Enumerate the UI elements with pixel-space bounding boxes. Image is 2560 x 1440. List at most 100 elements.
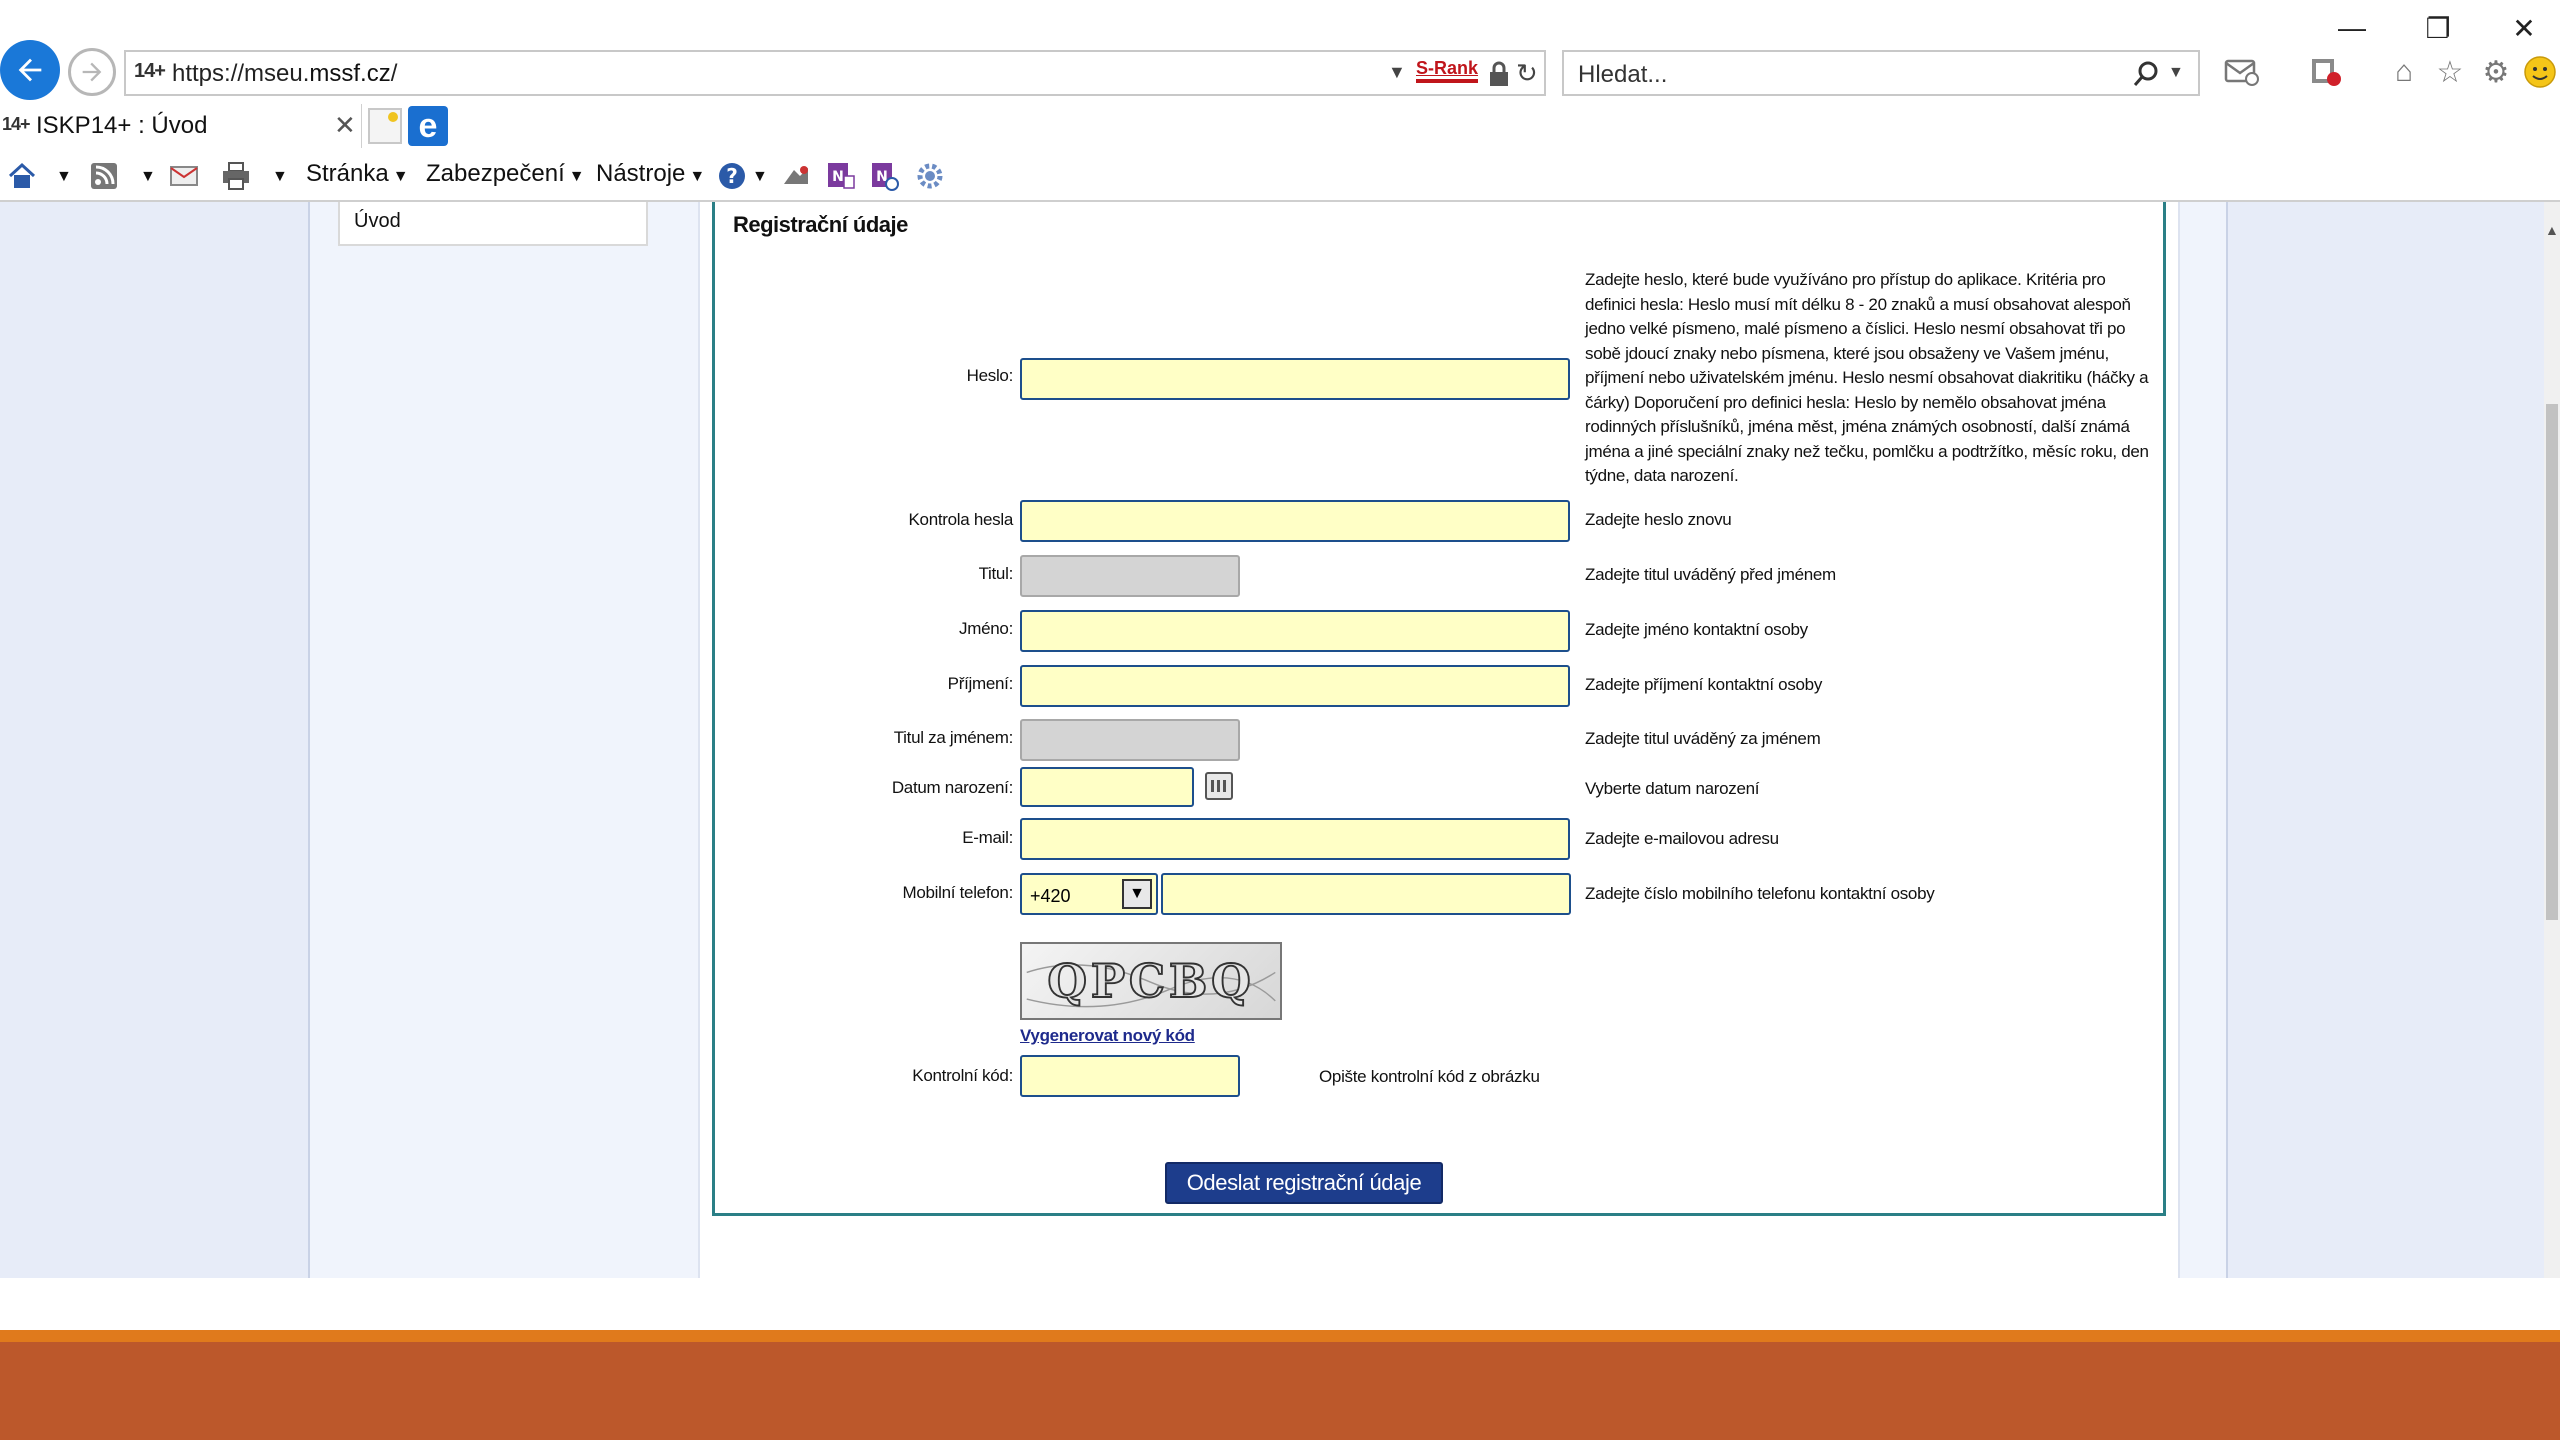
- slide-gap: [0, 1278, 2560, 1330]
- svg-text:N: N: [832, 169, 844, 185]
- tab-title: ISKP14+ : Úvod: [36, 112, 208, 139]
- smiley-feedback-icon[interactable]: [2520, 52, 2560, 92]
- page-menu-label: Stránka: [306, 160, 389, 187]
- restore-button[interactable]: ❐: [2408, 8, 2468, 48]
- srank-badge[interactable]: S-Rank: [1416, 58, 1479, 83]
- captcha-label: Kontrolní kód:: [912, 1066, 1013, 1085]
- last-name-field[interactable]: [1020, 665, 1570, 707]
- help-icon[interactable]: ?: [716, 160, 748, 192]
- title-before-label: Titul:: [978, 564, 1014, 583]
- chevron-down-icon[interactable]: ▼: [1122, 879, 1152, 909]
- regenerate-captcha-link[interactable]: Vygenerovat nový kód: [1020, 1026, 1195, 1046]
- password-hint: Zadejte heslo, které bude využíváno pro …: [1585, 270, 2149, 485]
- mail-icon[interactable]: [168, 160, 200, 192]
- address-dropdown-icon[interactable]: ▼: [1388, 62, 1406, 83]
- help-dropdown-icon[interactable]: ▼: [748, 160, 768, 188]
- site-favicon-icon: 14+: [134, 60, 166, 82]
- lock-icon[interactable]: [1488, 60, 1510, 88]
- print-dropdown-icon[interactable]: ▼: [268, 160, 288, 188]
- right-column: [2178, 202, 2228, 1278]
- sidebar-item-label: Úvod: [354, 210, 401, 232]
- search-input[interactable]: Hledat...: [1578, 61, 1667, 89]
- submit-registration-button[interactable]: Odeslat registrační údaje: [1165, 1162, 1443, 1204]
- first-name-hint: Zadejte jméno kontaktní osoby: [1585, 620, 1808, 639]
- scrollbar-thumb[interactable]: [2546, 404, 2558, 920]
- search-dropdown-icon[interactable]: ▼: [2168, 64, 2184, 82]
- forward-button[interactable]: [68, 48, 116, 96]
- svg-text:?: ?: [726, 164, 738, 188]
- feed-reader-icon[interactable]: [2222, 52, 2262, 92]
- captcha-hint: Opište kontrolní kód z obrázku: [1319, 1067, 1540, 1086]
- form-heading: Registrační údaje: [733, 212, 908, 237]
- last-name-label: Příjmení:: [947, 674, 1014, 693]
- page-menu[interactable]: Stránka ▼: [306, 160, 409, 188]
- feed-dropdown-icon[interactable]: ▼: [136, 160, 156, 188]
- page-background-right: [2228, 202, 2560, 1278]
- password-label: Heslo:: [966, 366, 1014, 385]
- birth-date-field[interactable]: [1020, 767, 1194, 807]
- edge-browser-icon[interactable]: e: [408, 106, 448, 146]
- arrow-left-icon: [18, 58, 42, 82]
- search-box[interactable]: Hledat... ▼: [1562, 50, 2200, 96]
- addon-red-icon[interactable]: [2306, 52, 2346, 92]
- onenote-linked-icon[interactable]: N: [868, 160, 900, 192]
- gear-addon-icon[interactable]: [914, 160, 946, 192]
- captcha-field[interactable]: [1020, 1055, 1240, 1097]
- home-icon[interactable]: [6, 160, 38, 192]
- refresh-icon[interactable]: ↻: [1516, 58, 1538, 89]
- scroll-up-icon[interactable]: ▲: [2545, 222, 2559, 238]
- tools-menu-label: Nástroje: [596, 160, 686, 187]
- captcha-text: QPCBQ: [1026, 953, 1276, 1009]
- mobile-label: Mobilní telefon:: [902, 883, 1014, 902]
- password-confirm-label: Kontrola hesla: [908, 510, 1014, 529]
- sidebar-item-uvod[interactable]: Úvod: [338, 202, 648, 246]
- web-page: Úvod Registrační údaje Heslo: Zadejte he…: [0, 202, 2560, 1278]
- page-background-left: [0, 202, 308, 1278]
- command-bar: ▼ ▼ ▼ Stránka ▼ Zabezpečení ▼ Nástroje ▼ ? …: [0, 150, 2560, 202]
- url-suffix: /: [390, 60, 398, 87]
- email-label: E-mail:: [962, 828, 1013, 847]
- mobile-number-field[interactable]: [1161, 873, 1571, 915]
- tab-strip: 14+ ISKP14+ : Úvod ✕ e: [0, 104, 2560, 148]
- title-after-field[interactable]: [1020, 719, 1240, 761]
- print-icon[interactable]: [220, 160, 252, 192]
- favorites-star-icon[interactable]: ☆: [2430, 52, 2470, 92]
- phone-prefix-value: +420: [1030, 886, 1071, 906]
- first-name-label: Jméno:: [959, 619, 1013, 638]
- minimize-button[interactable]: —: [2322, 8, 2382, 48]
- search-icon[interactable]: [2132, 60, 2160, 88]
- title-before-field[interactable]: [1020, 555, 1240, 597]
- first-name-field[interactable]: [1020, 610, 1570, 652]
- arrow-right-icon: [82, 62, 102, 82]
- tab-favicon-icon: 14+: [2, 114, 31, 134]
- address-bar[interactable]: 14+ https://mseu.mssf.cz/ ▼ S-Rank ↻: [124, 50, 1546, 96]
- slide-footer-bar: [0, 1342, 2560, 1440]
- new-tab-button[interactable]: [368, 108, 402, 144]
- tab-close-icon[interactable]: ✕: [334, 110, 356, 141]
- birth-date-hint: Vyberte datum narození: [1585, 779, 1760, 798]
- captcha-image: QPCBQ: [1020, 942, 1282, 1020]
- password-confirm-field[interactable]: [1020, 500, 1570, 542]
- birth-date-label: Datum narození:: [891, 778, 1013, 797]
- last-name-hint: Zadejte příjmení kontaktní osoby: [1585, 675, 1823, 694]
- tools-menu[interactable]: Nástroje ▼: [596, 160, 705, 188]
- email-field[interactable]: [1020, 818, 1570, 860]
- home-icon[interactable]: ⌂: [2384, 52, 2424, 92]
- research-icon[interactable]: [780, 160, 812, 192]
- phone-prefix-select[interactable]: +420 ▼: [1020, 873, 1158, 915]
- title-after-label: Titul za jménem:: [893, 728, 1014, 747]
- home-dropdown-icon[interactable]: ▼: [52, 160, 72, 188]
- password-field[interactable]: [1020, 358, 1570, 400]
- mobile-hint: Zadejte číslo mobilního telefonu kontakt…: [1585, 884, 1935, 903]
- close-window-button[interactable]: ✕: [2494, 8, 2554, 48]
- security-menu[interactable]: Zabezpečení ▼: [426, 160, 585, 188]
- tab-iskp14[interactable]: 14+ ISKP14+ : Úvod ✕: [0, 104, 362, 148]
- back-button[interactable]: [0, 40, 60, 100]
- calendar-icon[interactable]: [1205, 772, 1233, 800]
- settings-gear-icon[interactable]: ⚙: [2476, 52, 2516, 92]
- browser-titlebar: 14+ https://mseu.mssf.cz/ ▼ S-Rank ↻ Hle…: [0, 0, 2560, 112]
- rss-feed-icon[interactable]: [88, 160, 120, 192]
- url-text[interactable]: https://mseu.mssf.cz/: [172, 60, 397, 88]
- registration-form: Registrační údaje Heslo: Zadejte heslo, …: [712, 202, 2166, 1216]
- onenote-addon-icon[interactable]: N: [824, 160, 856, 192]
